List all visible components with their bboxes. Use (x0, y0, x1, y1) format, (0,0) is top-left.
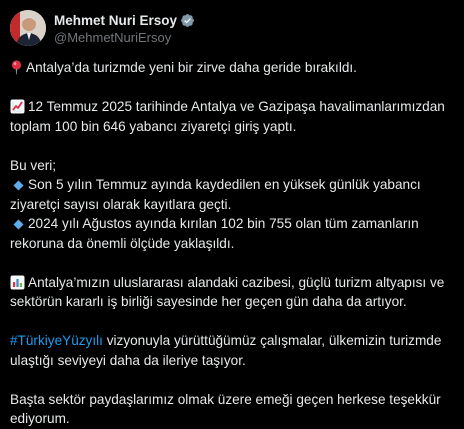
para4-line2: ulaştığı seviyeyi daha da ileriye taşıyo… (10, 352, 246, 368)
headline-line: Antalya’da turizmde yeni bir zirve daha … (10, 58, 456, 78)
round-pushpin-icon (10, 60, 23, 81)
author-names: Mehmet Nuri Ersoy @MehmetNuriErsoy (54, 12, 195, 45)
headline-text: Antalya’da turizmde yeni bir zirve daha … (26, 60, 357, 75)
para1-text1: 12 Temmuz 2025 tarihinde Antalya ve Gazi… (28, 99, 445, 114)
display-name[interactable]: Mehmet Nuri Ersoy (54, 13, 177, 28)
tweet-body: Antalya’da turizmde yeni bir zirve daha … (10, 58, 456, 429)
bullet1-line1: Son 5 yılın Temmuz ayında kaydedilen en … (10, 175, 456, 195)
handle[interactable]: @MehmetNuriErsoy (54, 30, 195, 45)
para3-text1: Antalya’mızın uluslararası alandaki cazi… (28, 274, 445, 290)
para2-intro: Bu veri; (10, 157, 57, 173)
hashtag-link[interactable]: #TürkiyeYüzyılı (10, 333, 103, 348)
para4-rest: vizyonuyla yürüttüğümüz çalışmalar, ülke… (102, 333, 442, 348)
para3-line2: sektörün kararlı iş birliği sayesinde he… (10, 294, 407, 309)
bullet2-text1: 2024 yılı Ağustos ayında kırılan 102 bin… (28, 216, 419, 231)
para5-line2: ediyorum. (10, 411, 70, 426)
bullet1-text1: Son 5 yılın Temmuz ayında kaydedilen en … (28, 177, 421, 192)
verified-badge-icon (180, 13, 195, 28)
bullet1-line2: ziyaretçi sayısı olarak kayıtlara geçti. (10, 196, 232, 212)
avatar[interactable] (10, 10, 46, 46)
para5-line1: Başta sektör paydaşlarımız olmak üzere e… (10, 391, 441, 407)
para1-line1: 12 Temmuz 2025 tarihinde Antalya ve Gazi… (10, 97, 456, 117)
para1-line2: toplam 100 bin 646 yabancı ziyaretçi gir… (10, 118, 297, 134)
tweet: Mehmet Nuri Ersoy @MehmetNuriErsoy Antal… (0, 0, 464, 426)
bullet2-line1: 2024 yılı Ağustos ayında kırılan 102 bin… (10, 214, 456, 234)
tweet-header: Mehmet Nuri Ersoy @MehmetNuriErsoy (10, 10, 450, 48)
para3-line1: Antalya’mızın uluslararası alandaki cazi… (10, 273, 456, 293)
para4-line1: #TürkiyeYüzyılı vizyonuyla yürüttüğümüz … (10, 331, 456, 351)
bullet2-line2: rekoruna da önemli ölçüde yaklaşıldı. (10, 235, 235, 251)
